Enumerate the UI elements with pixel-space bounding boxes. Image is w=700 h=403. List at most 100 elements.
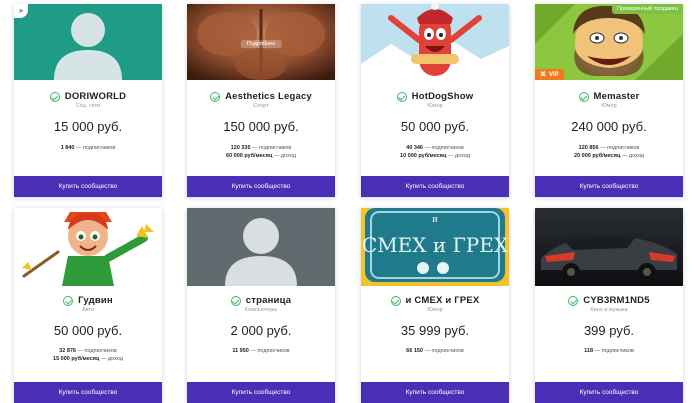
community-category: Авто <box>82 307 94 313</box>
income-label: — доход <box>100 356 123 362</box>
card-title: Aesthetics Legacy <box>187 91 335 102</box>
community-card[interactable]: HotDogShow Юмор 50 000 руб. 40 346 — под… <box>361 4 509 197</box>
community-category: Юмор <box>427 103 443 109</box>
community-name[interactable]: Гудвин <box>78 295 113 306</box>
community-price: 399 руб. <box>583 323 635 338</box>
subscribers-label: — подписчиков <box>600 145 640 151</box>
buy-community-button[interactable]: Купить сообщество <box>14 176 162 197</box>
community-name[interactable]: и СМЕХ и ГРЕХ <box>406 295 480 306</box>
card-title: и СМЕХ и ГРЕХ <box>361 295 509 306</box>
card-title: Memaster <box>535 91 683 102</box>
vip-badge: ⌘ VIP <box>535 69 564 80</box>
subscribers-label: — подписчиков <box>424 145 464 151</box>
card-title: DORIWORLD <box>14 91 162 102</box>
subscribers-stat: 120 856 — подписчиков <box>535 145 683 151</box>
subscribers-count: 66 150 <box>406 348 423 354</box>
card-image[interactable] <box>187 208 335 286</box>
card-image[interactable]: Подробнее <box>187 4 335 80</box>
subscribers-label: — подписчиков <box>252 145 292 151</box>
subscribers-stat: 11 950 — подписчиков <box>187 348 335 354</box>
income-label: — доход <box>273 153 296 159</box>
verified-check-icon <box>63 295 74 306</box>
vip-icon: ⌘ <box>540 72 546 78</box>
community-name[interactable]: HotDogShow <box>412 91 474 102</box>
community-category: Кино и музыка <box>590 307 628 313</box>
community-price: 15 000 руб. <box>53 119 123 134</box>
buy-community-button[interactable]: Купить сообщество <box>361 176 509 197</box>
income-stat: 60 000 руб/месяц — доход <box>187 153 335 159</box>
community-category: Компьютеры <box>244 307 278 313</box>
community-category: Соц. сети <box>75 103 101 109</box>
community-name[interactable]: Memaster <box>594 91 640 102</box>
subscribers-count: 32 876 <box>59 348 76 354</box>
card-image[interactable]: и СМЕХ и ГРЕХ <box>361 208 509 286</box>
subscribers-label: — подписчиков <box>424 348 464 354</box>
community-price: 2 000 руб. <box>230 323 292 338</box>
subscribers-stat: 66 150 — подписчиков <box>361 348 509 354</box>
subscribers-count: 40 346 <box>406 145 423 151</box>
subscribers-count: 120 335 <box>230 145 251 151</box>
card-image[interactable]: ➤ <box>14 4 162 80</box>
subscribers-stat: 120 335 — подписчиков <box>187 145 335 151</box>
card-title: Гудвин <box>14 295 162 306</box>
community-card[interactable]: и СМЕХ и ГРЕХ и СМЕХ и ГРЕХ Юмор 35 999 … <box>361 208 509 403</box>
buy-community-button[interactable]: Купить сообщество <box>187 382 335 403</box>
subscribers-stat: 1 840 — подписчиков <box>14 145 162 151</box>
subscribers-label: — подписчиков <box>594 348 634 354</box>
community-grid: ➤ DORIWORLD Соц. сети 15 000 руб. 1 840 … <box>0 0 700 403</box>
community-category: Юмор <box>427 307 443 313</box>
subscribers-stat: 40 346 — подписчиков <box>361 145 509 151</box>
verified-check-icon <box>578 91 589 102</box>
image-text: СМЕХ и ГРЕХ <box>362 233 509 257</box>
subscribers-count: 11 950 <box>232 348 249 354</box>
buy-community-button[interactable]: Купить сообщество <box>14 382 162 403</box>
buy-community-button[interactable]: Купить сообщество <box>535 176 683 197</box>
verified-check-icon <box>568 295 579 306</box>
subscribers-count: 1 840 <box>60 145 75 151</box>
card-image[interactable] <box>535 208 683 286</box>
details-label[interactable]: Подробнее <box>240 40 282 48</box>
community-card[interactable]: ➤ DORIWORLD Соц. сети 15 000 руб. 1 840 … <box>14 4 162 197</box>
community-name[interactable]: DORIWORLD <box>65 91 126 102</box>
community-category: Спорт <box>253 103 269 109</box>
community-card[interactable]: страница Компьютеры 2 000 руб. 11 950 — … <box>187 208 335 403</box>
community-price: 50 000 руб. <box>400 119 470 134</box>
community-name[interactable]: Aesthetics Legacy <box>225 91 312 102</box>
card-title: HotDogShow <box>361 91 509 102</box>
community-card[interactable]: CYB3RM1ND5 Кино и музыка 399 руб. 118 — … <box>535 208 683 403</box>
community-name[interactable]: CYB3RM1ND5 <box>583 295 649 306</box>
income-value: 60 000 руб/месяц <box>226 153 273 159</box>
income-label: — доход <box>447 153 470 159</box>
verified-check-icon <box>396 91 407 102</box>
community-name[interactable]: страница <box>246 295 291 306</box>
community-category: Юмор <box>601 103 617 109</box>
subscribers-label: — подписчиков <box>77 348 117 354</box>
subscribers-count: 120 856 <box>578 145 599 151</box>
income-stat: 10 000 руб/месяц — доход <box>361 153 509 159</box>
community-price: 50 000 руб. <box>53 323 123 338</box>
income-stat: 15 000 руб/месяц — доход <box>14 356 162 362</box>
income-value: 10 000 руб/месяц <box>400 153 447 159</box>
subscribers-count: 118 <box>584 348 594 354</box>
income-value: 20 000 руб/месяц <box>574 153 621 159</box>
subscribers-label: — подписчиков <box>250 348 290 354</box>
vip-label: VIP <box>549 71 559 78</box>
verified-seller-badge: Проверенный продавец <box>611 4 683 14</box>
community-card[interactable]: Гудвин Авто 50 000 руб. 32 876 — подписч… <box>14 208 162 403</box>
buy-community-button[interactable]: Купить сообщество <box>361 382 509 403</box>
community-price: 240 000 руб. <box>571 119 647 134</box>
community-price: 35 999 руб. <box>400 323 470 338</box>
image-text-small: и <box>432 215 438 225</box>
buy-community-button[interactable]: Купить сообщество <box>535 382 683 403</box>
subscribers-stat: 118 — подписчиков <box>535 348 683 354</box>
card-image[interactable]: Проверенный продавец ⌘ VIP <box>535 4 683 80</box>
community-card[interactable]: Проверенный продавец ⌘ VIP Memaster Юмор … <box>535 4 683 197</box>
verified-check-icon <box>49 91 60 102</box>
card-image[interactable] <box>361 4 509 80</box>
card-title: страница <box>187 295 335 306</box>
card-title: CYB3RM1ND5 <box>535 295 683 306</box>
community-card[interactable]: Подробнее Aesthetics Legacy Спорт 150 00… <box>187 4 335 197</box>
card-image[interactable] <box>14 208 162 286</box>
verified-check-icon <box>230 295 241 306</box>
buy-community-button[interactable]: Купить сообщество <box>187 176 335 197</box>
